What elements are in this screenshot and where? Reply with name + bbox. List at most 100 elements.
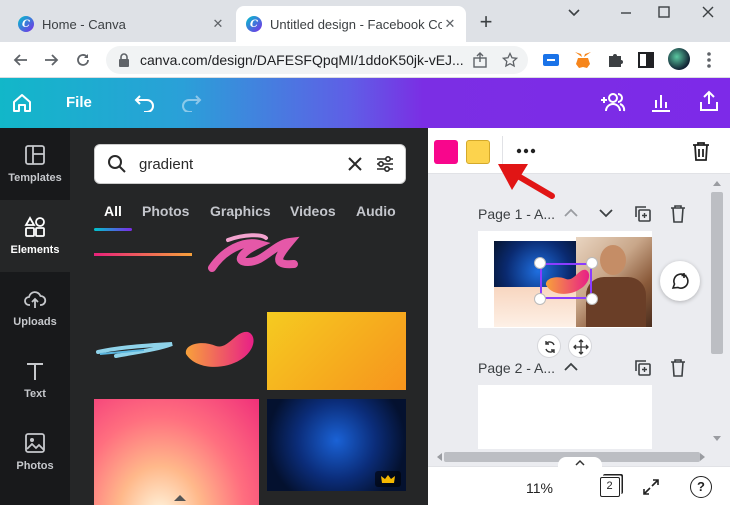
- delete-page-icon[interactable]: [670, 205, 686, 223]
- editor-toolbar: [428, 128, 730, 174]
- zoom-level[interactable]: 11%: [526, 480, 553, 496]
- browser-menu-icon[interactable]: [706, 51, 712, 69]
- rotate-handle-icon[interactable]: [537, 334, 561, 358]
- page-1-design[interactable]: [478, 231, 652, 328]
- new-tab-icon[interactable]: +: [476, 11, 496, 33]
- fullscreen-icon[interactable]: [642, 478, 660, 496]
- delete-page-icon[interactable]: [670, 359, 686, 377]
- resize-handle-bottom-right[interactable]: [586, 293, 598, 305]
- resize-handle-top-right[interactable]: [586, 257, 598, 269]
- pink-brush-stroke-element[interactable]: [204, 230, 304, 276]
- address-bar[interactable]: canva.com/design/DAFESFQpqMI/1ddoK50jk-v…: [106, 46, 528, 74]
- home-icon[interactable]: [10, 91, 34, 115]
- chevron-up-icon[interactable]: [564, 208, 578, 218]
- profile-avatar[interactable]: [668, 48, 690, 70]
- search-input[interactable]: gradient: [139, 156, 193, 173]
- share-people-icon[interactable]: [598, 90, 626, 114]
- page-count-number: 2: [606, 480, 613, 492]
- back-arrow-icon[interactable]: [12, 51, 30, 69]
- sidebar-item-label: Text: [24, 388, 46, 400]
- metamask-fox-icon[interactable]: [573, 51, 593, 69]
- browser-tab-home[interactable]: C Home - Canva ✕: [8, 6, 234, 42]
- close-window-icon[interactable]: [700, 4, 716, 20]
- elements-panel: gradient All Photos Graphics Videos Audi…: [70, 128, 428, 505]
- extension-link-icon[interactable]: [542, 52, 560, 68]
- canva-favicon-icon: C: [246, 16, 262, 32]
- sidebar-item-elements[interactable]: Elements: [0, 200, 70, 272]
- minimize-window-icon[interactable]: [618, 4, 634, 20]
- extensions-puzzle-icon[interactable]: [606, 51, 624, 69]
- color-swatch-yellow[interactable]: [466, 140, 490, 164]
- clear-search-icon[interactable]: [347, 156, 363, 172]
- bottom-bar: 11% 2 ?: [428, 457, 730, 505]
- tab-title: Untitled design - Facebook Co: [270, 16, 442, 32]
- share-upload-icon[interactable]: [698, 90, 720, 112]
- color-swatch-pink[interactable]: [434, 140, 458, 164]
- forward-arrow-icon[interactable]: [42, 51, 60, 69]
- share-page-icon[interactable]: [472, 52, 488, 68]
- blue-brush-stroke-element[interactable]: [96, 340, 176, 360]
- page-2-label[interactable]: Page 2 - A...: [478, 360, 555, 376]
- templates-icon: [25, 145, 45, 165]
- yellow-orange-gradient-tile[interactable]: [267, 312, 406, 390]
- chevron-down-icon[interactable]: [599, 208, 613, 218]
- elements-icon: [24, 216, 45, 237]
- search-icon: [107, 154, 127, 174]
- gradient-line-element[interactable]: [94, 253, 192, 256]
- vertical-scrollbar[interactable]: [708, 178, 726, 448]
- tab-all[interactable]: All: [104, 203, 122, 219]
- lock-icon: [118, 53, 130, 67]
- pink-peach-gradient-tile[interactable]: [94, 399, 259, 505]
- sidebar-item-templates[interactable]: Templates: [0, 128, 70, 200]
- tab-videos[interactable]: Videos: [290, 203, 336, 219]
- close-tab-icon[interactable]: ✕: [442, 16, 458, 32]
- sidebar-item-label: Photos: [16, 460, 54, 472]
- redo-icon[interactable]: [180, 92, 202, 112]
- reload-icon[interactable]: [74, 51, 92, 69]
- delete-trash-icon[interactable]: [692, 141, 710, 161]
- canva-header: File: [0, 78, 730, 128]
- page-1-label[interactable]: Page 1 - A...: [478, 206, 555, 222]
- close-tab-icon[interactable]: ✕: [210, 16, 226, 32]
- sidebar-item-label: Uploads: [13, 316, 57, 328]
- help-icon[interactable]: ?: [690, 476, 712, 498]
- file-menu-button[interactable]: File: [66, 94, 92, 111]
- tab-audio[interactable]: Audio: [356, 203, 396, 219]
- selected-blob-element[interactable]: [540, 263, 592, 299]
- browser-toolbar: canva.com/design/DAFESFQpqMI/1ddoK50jk-v…: [0, 42, 730, 78]
- sidebar-item-label: Elements: [10, 244, 60, 256]
- filter-sliders-icon[interactable]: [375, 154, 395, 174]
- more-options-icon[interactable]: [516, 148, 536, 154]
- text-icon: [27, 363, 43, 380]
- comment-add-button[interactable]: [660, 261, 700, 301]
- page-2-design[interactable]: [478, 385, 652, 449]
- duplicate-page-icon[interactable]: [634, 359, 652, 377]
- search-box[interactable]: gradient: [94, 144, 406, 184]
- sidebar-item-photos[interactable]: Photos: [0, 416, 70, 488]
- tab-search-icon[interactable]: [566, 4, 582, 20]
- sidebar-item-text[interactable]: Text: [0, 344, 70, 416]
- page-count-button[interactable]: 2: [600, 477, 620, 497]
- photo-head: [600, 245, 626, 275]
- upload-cloud-icon: [24, 291, 47, 308]
- tab-title: Home - Canva: [42, 16, 126, 32]
- bookmark-star-icon[interactable]: [502, 52, 518, 68]
- blue-radial-gradient-tile[interactable]: [267, 399, 406, 491]
- maximize-window-icon[interactable]: [656, 4, 672, 20]
- expand-notes-handle[interactable]: [558, 457, 602, 469]
- side-panel-icon[interactable]: [638, 52, 654, 68]
- undo-icon[interactable]: [134, 92, 156, 112]
- sidebar-item-uploads[interactable]: Uploads: [0, 272, 70, 344]
- move-handle-icon[interactable]: [568, 334, 592, 358]
- tab-photos[interactable]: Photos: [142, 203, 189, 219]
- vertical-scroll-thumb[interactable]: [711, 192, 723, 354]
- gradient-blob-element[interactable]: [180, 326, 256, 372]
- insights-chart-icon[interactable]: [650, 91, 672, 113]
- tab-graphics[interactable]: Graphics: [210, 203, 271, 219]
- resize-handle-top-left[interactable]: [534, 257, 546, 269]
- resize-handle-bottom-left[interactable]: [534, 293, 546, 305]
- url-text: canva.com/design/DAFESFQpqMI/1ddoK50jk-v…: [140, 52, 464, 68]
- browser-tab-design[interactable]: C Untitled design - Facebook Co ✕: [236, 6, 466, 42]
- chevron-up-icon[interactable]: [564, 362, 578, 372]
- duplicate-page-icon[interactable]: [634, 205, 652, 223]
